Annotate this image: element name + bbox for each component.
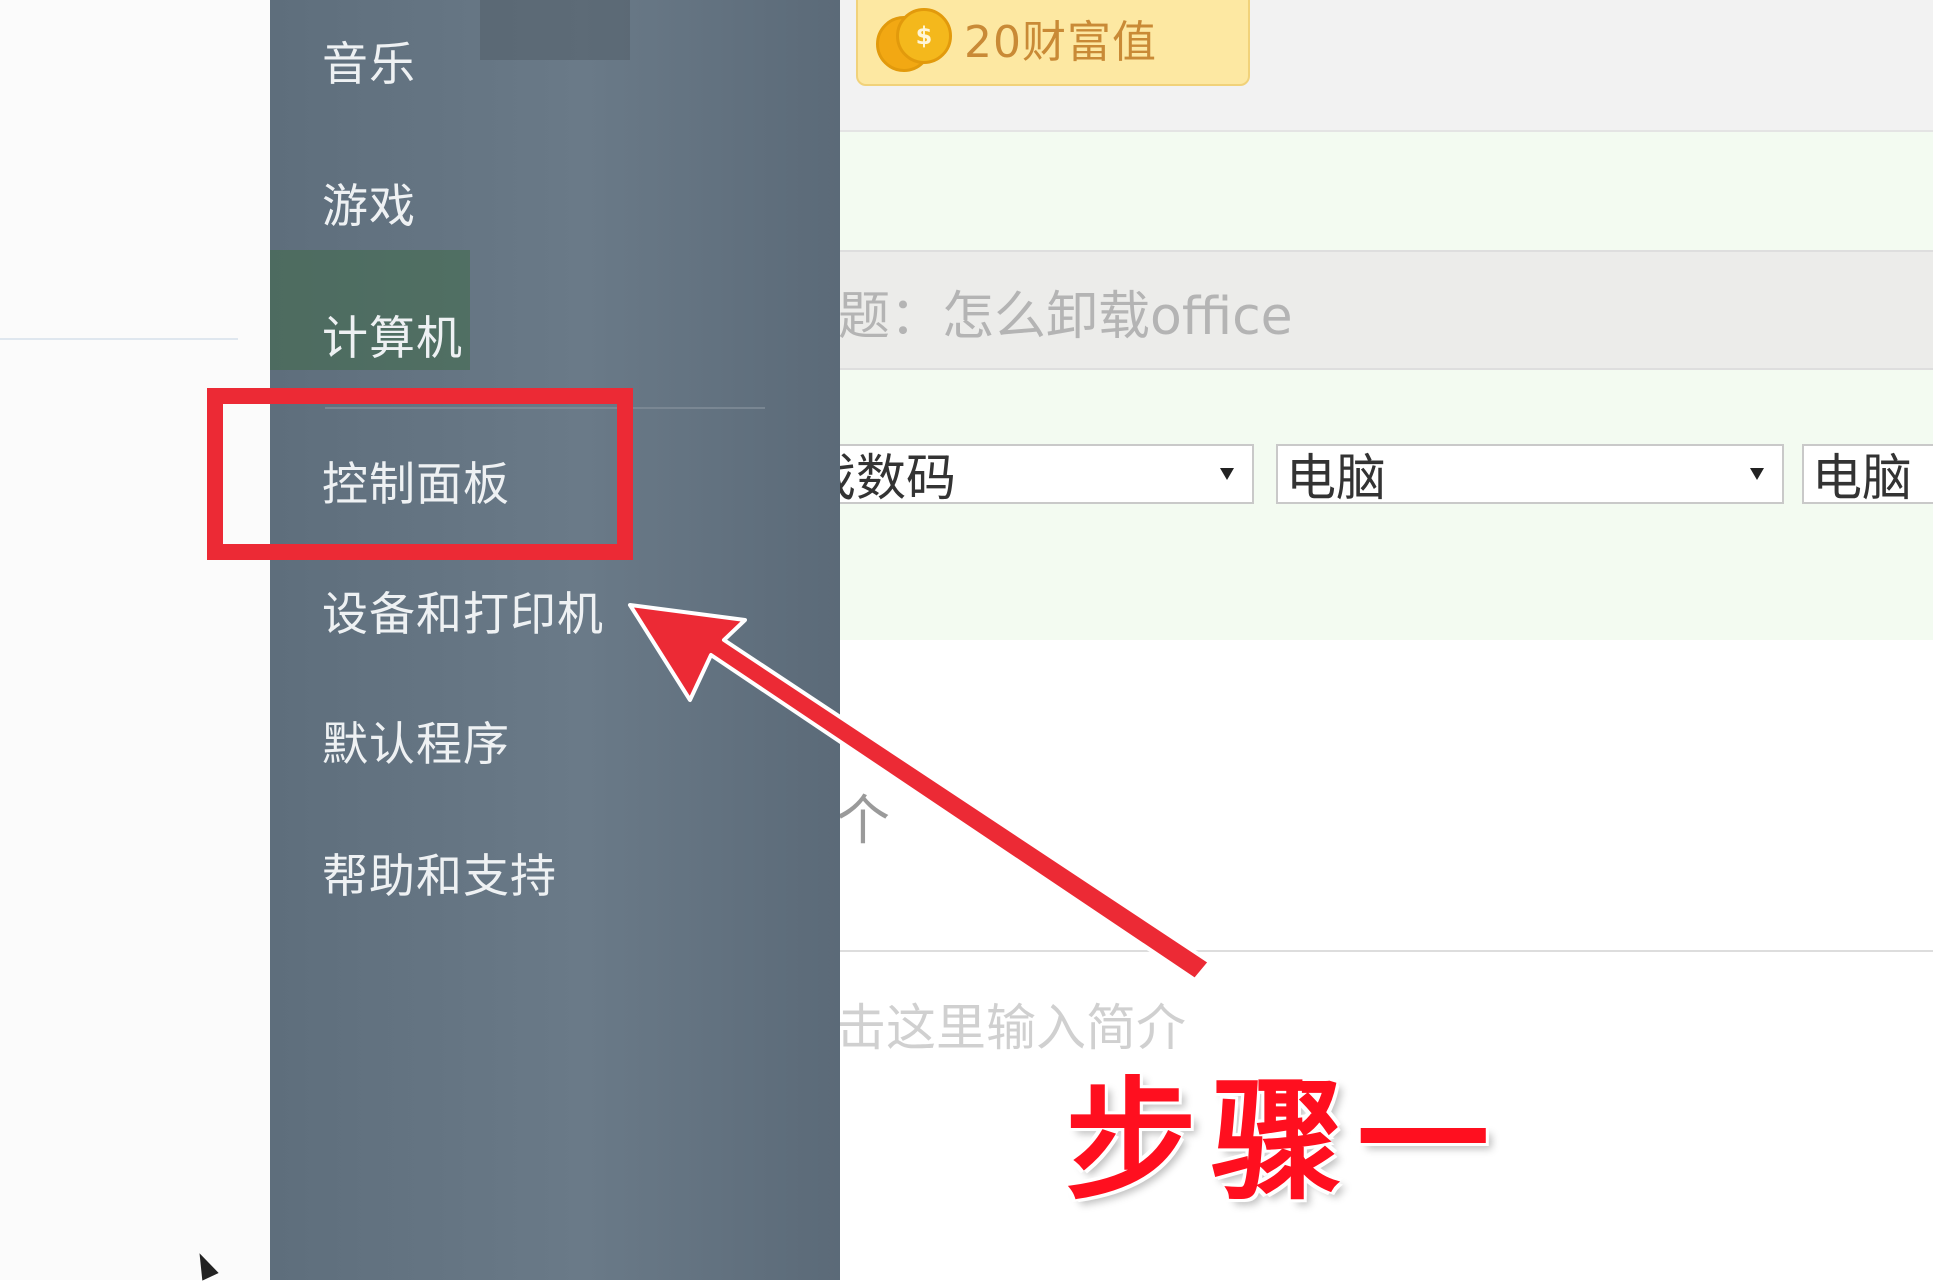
step-label: 步骤一 xyxy=(1065,1064,1503,1219)
annotation-arrow-icon xyxy=(628,603,1212,982)
